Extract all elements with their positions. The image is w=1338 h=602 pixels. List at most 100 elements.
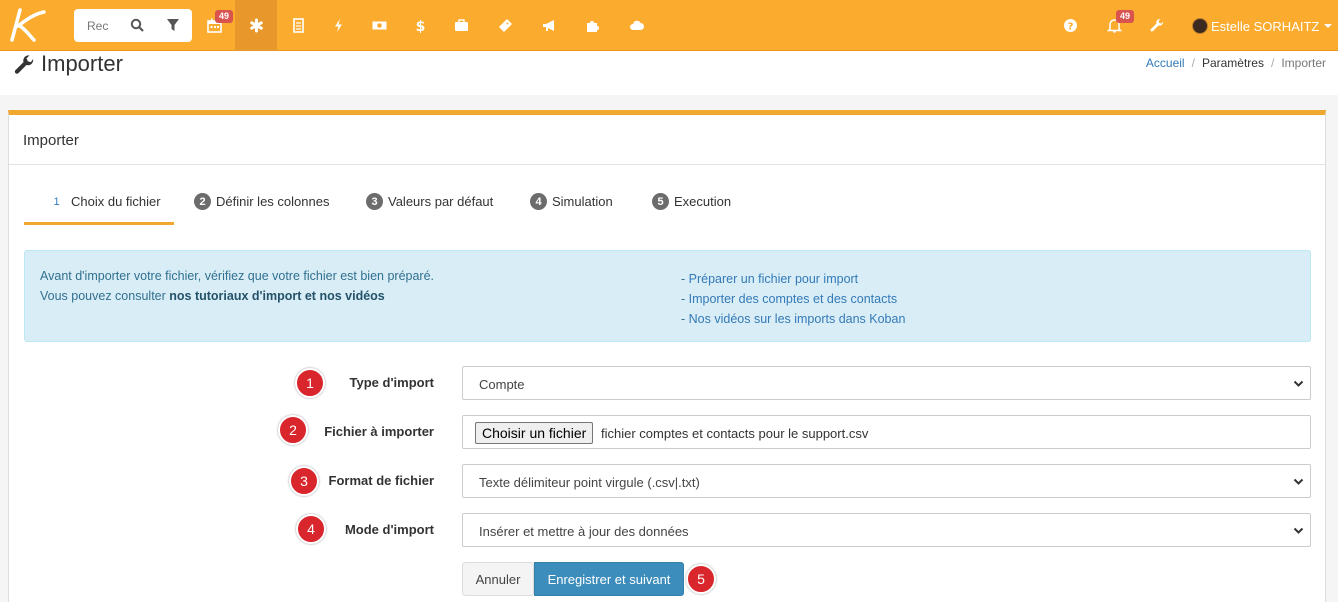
question-circle-icon: ? (1063, 19, 1077, 33)
tab-number: 4 (530, 193, 547, 210)
mode-select[interactable]: Insérer et mettre à jour des données (462, 513, 1311, 547)
type-import-row: 1 Type d'import Compte (9, 366, 1327, 400)
link-videos-imports[interactable]: Nos vidéos sur les imports dans Koban (689, 312, 906, 326)
svg-text:$: $ (415, 19, 425, 33)
user-name: Estelle SORHAITZ (1211, 18, 1320, 34)
chevron-down-icon (1293, 478, 1304, 485)
alert-line-2: Vous pouvez consulter nos tutoriaux d'im… (40, 289, 385, 303)
page-header: Importer Accueil / Paramètres / Importer (0, 51, 1338, 95)
money-icon (372, 21, 386, 30)
puzzle-nav[interactable] (571, 0, 613, 51)
tab-valeurs-par-defaut[interactable]: 3 Valeurs par défaut (366, 178, 493, 225)
choose-file-button[interactable]: Choisir un fichier (475, 422, 594, 444)
select-value: Insérer et mettre à jour des données (479, 524, 689, 539)
type-import-label: Type d'import (349, 375, 434, 390)
file-input[interactable]: Choisir un fichier fichier comptes et co… (462, 415, 1311, 449)
avatar (1192, 18, 1208, 34)
tab-number: 2 (194, 193, 211, 210)
cloud-icon (629, 20, 644, 30)
filter-icon[interactable] (166, 18, 180, 32)
bolt-icon (334, 19, 342, 32)
wrench-icon (14, 55, 34, 74)
alert-links: - Préparer un fichier pour import - Impo… (681, 272, 906, 326)
dollar-nav[interactable]: $ (399, 0, 441, 51)
fichier-row: 2 Fichier à importer Choisir un fichier … (9, 415, 1327, 449)
tab-number: 5 (652, 193, 669, 210)
briefcase-nav[interactable] (440, 0, 482, 51)
tutorials-link[interactable]: nos tutoriaux d'import et nos vidéos (169, 289, 385, 303)
chevron-down-icon (1293, 527, 1304, 534)
format-row: 3 Format de fichier Texte délimiteur poi… (9, 464, 1327, 498)
save-next-button[interactable]: Enregistrer et suivant (534, 562, 684, 596)
select-value: Compte (479, 377, 525, 392)
fichier-label: Fichier à importer (324, 424, 434, 439)
puzzle-icon (586, 21, 599, 32)
breadcrumb: Accueil / Paramètres / Importer (1145, 56, 1326, 70)
mode-row: 4 Mode d'import Insérer et mettre à jour… (9, 513, 1327, 547)
step-marker: 4 (296, 514, 326, 544)
search-icon[interactable] (130, 18, 144, 32)
tab-label: Définir les colonnes (216, 194, 330, 209)
breadcrumb-current: Importer (1281, 56, 1326, 70)
breadcrumb-home-link[interactable]: Accueil (1146, 56, 1185, 70)
asterisk-icon (249, 18, 263, 33)
panel-header: Importer (9, 115, 1325, 165)
tab-label: Valeurs par défaut (388, 194, 494, 209)
document-icon (292, 18, 304, 33)
page-title: Importer (41, 51, 123, 76)
tab-definir-les-colonnes[interactable]: 2 Définir les colonnes (194, 178, 329, 225)
settings-nav[interactable] (235, 0, 277, 51)
info-alert: Avant d'importer votre fichier, vérifiez… (24, 250, 1311, 342)
link-importer-comptes[interactable]: Importer des comptes et des contacts (689, 292, 897, 306)
calendar-badge: 49 (215, 10, 234, 23)
document-nav[interactable] (277, 0, 319, 51)
notifications-badge: 49 (1116, 10, 1135, 23)
koban-logo-icon[interactable] (4, 6, 48, 44)
step-marker: 5 (686, 564, 716, 594)
format-select[interactable]: Texte délimiteur point virgule (.csv|.tx… (462, 464, 1311, 498)
caret-down-icon (1324, 24, 1333, 28)
wizard-tabs: 1 Choix du fichier 2 Définir les colonne… (24, 178, 1314, 225)
step-marker: 1 (295, 368, 325, 398)
tab-number: 3 (366, 193, 383, 210)
search-box[interactable]: Rec (74, 9, 192, 42)
link-preparer-fichier[interactable]: Préparer un fichier pour import (689, 272, 859, 286)
bolt-nav[interactable] (317, 0, 359, 51)
search-input[interactable]: Rec (87, 19, 108, 33)
tab-label: Execution (674, 194, 732, 209)
tab-label: Choix du fichier (71, 194, 161, 209)
step-marker: 2 (278, 415, 308, 445)
tab-simulation[interactable]: 4 Simulation (530, 178, 613, 225)
briefcase-icon (454, 19, 468, 31)
chevron-down-icon (1293, 380, 1304, 387)
money-nav[interactable] (358, 0, 400, 51)
type-import-select[interactable]: Compte (462, 366, 1311, 400)
tab-execution[interactable]: 5 Execution (652, 178, 731, 225)
svg-text:?: ? (1067, 22, 1073, 33)
breadcrumb-settings[interactable]: Paramètres (1202, 56, 1264, 70)
tab-label: Simulation (552, 194, 613, 209)
import-panel: Importer 1 Choix du fichier 2 Définir le… (8, 110, 1326, 602)
select-value: Texte délimiteur point virgule (.csv|.tx… (479, 475, 700, 490)
tab-choix-du-fichier[interactable]: 1 Choix du fichier (24, 178, 174, 225)
tools-nav[interactable] (1136, 0, 1178, 51)
dollar-icon: $ (415, 19, 425, 33)
tab-number: 1 (53, 195, 60, 208)
wrench-icon (1150, 18, 1163, 32)
top-navbar: Rec 49 $ ? 49 Estelle SORHAITZ (0, 0, 1338, 51)
alert-line-1: Avant d'importer votre fichier, vérifiez… (40, 269, 435, 283)
calendar-nav[interactable]: 49 (193, 0, 235, 51)
step-marker: 3 (289, 466, 319, 496)
cloud-nav[interactable] (615, 0, 657, 51)
campaign-nav[interactable] (528, 0, 570, 51)
bullhorn-icon (542, 20, 554, 31)
notifications-nav[interactable]: 49 (1093, 0, 1135, 51)
panel-title: Importer (23, 132, 79, 149)
ticket-icon (498, 19, 512, 32)
user-menu[interactable]: Estelle SORHAITZ (1192, 17, 1333, 35)
file-name: fichier comptes et contacts pour le supp… (601, 426, 869, 441)
tag-nav[interactable] (484, 0, 526, 51)
format-label: Format de fichier (328, 473, 434, 488)
cancel-button[interactable]: Annuler (462, 562, 534, 596)
help-nav[interactable]: ? (1049, 0, 1091, 51)
